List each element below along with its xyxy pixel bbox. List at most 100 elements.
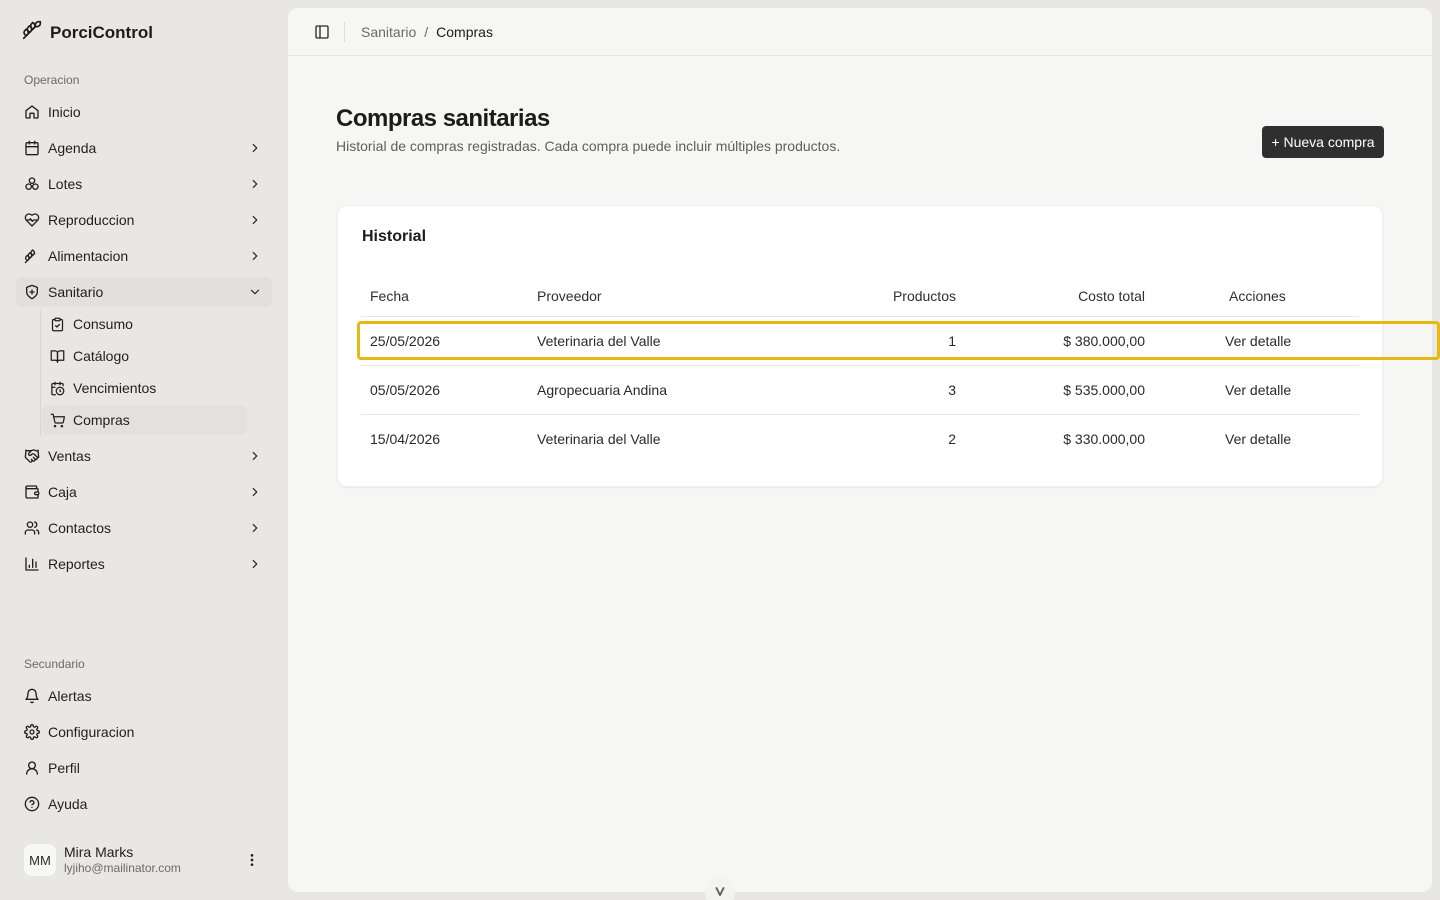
breadcrumb-parent[interactable]: Sanitario [361,24,416,40]
shield-plus-icon [24,284,40,300]
column-header-proveedor: Proveedor [537,288,602,304]
sidebar-subitem-consumo[interactable]: Consumo [42,310,247,338]
cell-proveedor: Agropecuaria Andina [537,382,667,398]
wallet-icon [24,484,40,500]
sidebar-item-label: Reportes [48,556,105,572]
user-menu[interactable]: MM Mira Marks lyjiho@mailinator.com [16,836,272,884]
sidebar-subitem-vencimientos[interactable]: Vencimientos [42,374,247,402]
sidebar-item-reportes[interactable]: Reportes [16,549,272,579]
sidebar-item-lotes[interactable]: Lotes [16,169,272,199]
sidebar-item-perfil[interactable]: Perfil [16,753,272,783]
cell-costo: $ 330.000,00 [1063,431,1145,447]
user-icon [24,760,40,776]
chevron-right-icon [248,249,262,263]
history-card: Historial Fecha Proveedor Productos Cost… [337,205,1383,487]
sidebar-item-sanitario[interactable]: Sanitario [16,277,272,307]
page-subtitle: Historial de compras registradas. Cada c… [336,138,841,154]
chevron-right-icon [248,521,262,535]
sidebar-subitem-compras[interactable]: Compras [42,406,247,434]
cell-productos: 1 [948,333,956,349]
sidebar-item-ayuda[interactable]: Ayuda [16,789,272,819]
sidebar-item-label: Agenda [48,140,97,156]
topbar: Sanitario / Compras [288,8,1432,56]
main-panel: Sanitario / Compras Compras sanitarias H… [288,8,1432,892]
chevron-right-icon [248,177,262,191]
table-header-divider [361,316,1359,317]
section-label-operacion: Operacion [24,73,80,87]
row-divider [361,414,1359,415]
more-vertical-icon[interactable] [244,852,260,868]
sidebar-item-alertas[interactable]: Alertas [16,681,272,711]
bar-chart-icon [24,556,40,572]
chevron-right-icon [248,449,262,463]
help-circle-icon [24,796,40,812]
cell-fecha: 25/05/2026 [370,333,441,349]
chevron-right-icon [248,485,262,499]
sidebar-item-label: Alertas [48,688,92,704]
cell-proveedor: Veterinaria del Valle [537,431,661,447]
scroll-down-icon[interactable] [705,876,735,900]
wheat-logo-icon [22,20,42,45]
cell-proveedor: Veterinaria del Valle [537,333,661,349]
sidebar-item-label: Sanitario [48,284,104,300]
gear-icon [24,724,40,740]
sidebar-item-label: Lotes [48,176,83,192]
avatar: MM [24,844,56,876]
cell-productos: 2 [948,431,956,447]
sidebar-toggle-icon[interactable] [314,24,330,40]
column-header-acciones: Acciones [1229,288,1286,304]
sidebar-subitem-label: Vencimientos [73,380,157,396]
home-icon [24,104,40,120]
cell-costo: $ 380.000,00 [1063,333,1145,349]
sidebar-item-label: Ventas [48,448,91,464]
calendar-icon [24,140,40,156]
user-name: Mira Marks [64,844,134,861]
sidebar-item-reproduccion[interactable]: Reproduccion [16,205,272,235]
card-title: Historial [362,228,427,245]
book-open-icon [50,349,65,364]
cart-icon [50,413,65,428]
view-detail-link[interactable]: Ver detalle [1225,333,1291,349]
sidebar-item-label: Inicio [48,104,81,120]
sidebar-item-caja[interactable]: Caja [16,477,272,507]
breadcrumb: Sanitario / Compras [361,24,493,40]
new-purchase-button[interactable]: + Nueva compra [1262,126,1384,158]
sidebar-item-label: Alimentacion [48,248,129,264]
sidebar-item-label: Contactos [48,520,112,536]
view-detail-link[interactable]: Ver detalle [1225,431,1291,447]
topbar-divider [344,22,345,42]
row-divider [361,365,1359,366]
breadcrumb-separator: / [424,24,429,40]
sidebar-item-label: Perfil [48,760,80,776]
submenu-guide-line [40,310,41,436]
sidebar-subitem-label: Catálogo [73,348,130,364]
users-icon [24,520,40,536]
sidebar: PorciControl Operacion Inicio Agenda Lot… [0,0,288,900]
view-detail-link[interactable]: Ver detalle [1225,382,1291,398]
group-icon [24,176,40,192]
sidebar-item-alimentacion[interactable]: Alimentacion [16,241,272,271]
sidebar-subitem-catalogo[interactable]: Catálogo [42,342,247,370]
sidebar-item-agenda[interactable]: Agenda [16,133,272,163]
chevron-right-icon [248,557,262,571]
bell-icon [24,688,40,704]
section-label-secundario: Secundario [24,657,85,671]
handshake-icon [24,448,40,464]
cell-fecha: 05/05/2026 [370,382,441,398]
sidebar-item-label: Configuracion [48,724,135,740]
chevron-down-icon [248,285,262,299]
user-email: lyjiho@mailinator.com [64,861,181,876]
calendar-clock-icon [50,381,65,396]
chevron-right-icon [248,213,262,227]
sidebar-item-contactos[interactable]: Contactos [16,513,272,543]
app-brand[interactable]: PorciControl [22,20,153,45]
sidebar-item-configuracion[interactable]: Configuracion [16,717,272,747]
sidebar-item-inicio[interactable]: Inicio [16,97,272,127]
sidebar-item-label: Caja [48,484,77,500]
sidebar-item-ventas[interactable]: Ventas [16,441,272,471]
page-title: Compras sanitarias [336,105,550,132]
clipboard-check-icon [50,317,65,332]
sidebar-item-label: Ayuda [48,796,88,812]
app-name: PorciControl [50,22,153,42]
sidebar-subitem-label: Compras [73,412,130,428]
